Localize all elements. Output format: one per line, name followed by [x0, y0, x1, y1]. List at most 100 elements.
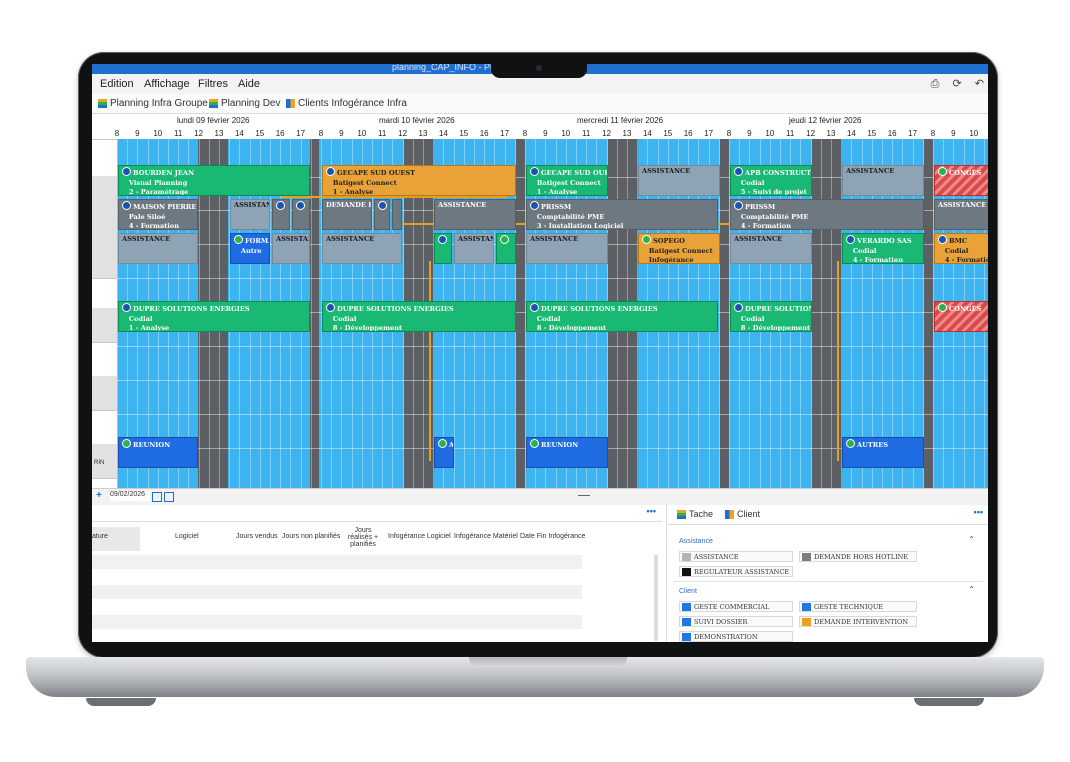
- screen: planning_CAP_INFO - Plan Edition Afficha…: [92, 64, 988, 642]
- color-swatch: [682, 633, 691, 641]
- refresh-icon[interactable]: ⟳: [953, 78, 962, 90]
- table-row[interactable]: [92, 615, 582, 629]
- event-block[interactable]: GECAPE SUD OUEST Batigest Connect 1 - An…: [322, 165, 516, 196]
- event-block[interactable]: PRISSM Comptabilité PME 3 - Installation…: [526, 199, 718, 230]
- event-block[interactable]: ASSISTANCE: [434, 199, 516, 230]
- color-swatch: [682, 568, 691, 576]
- planning-grid[interactable]: BOURDEN JEAN Visual Planning 2 - Paramét…: [117, 139, 988, 488]
- tab-clients-infogerance-infra[interactable]: Clients Infogérance Infra: [286, 98, 407, 109]
- lane-divider: [117, 278, 988, 279]
- legend-item[interactable]: GESTE COMMERCIAL: [679, 601, 793, 612]
- undo-icon[interactable]: ↶: [975, 78, 984, 90]
- event-block[interactable]: ASSISTAN: [272, 233, 310, 264]
- event-block[interactable]: FORMA Autre: [230, 233, 270, 264]
- client-icon: [530, 439, 539, 448]
- hour-label: 9: [747, 129, 752, 138]
- event-block[interactable]: [292, 199, 310, 230]
- event-block[interactable]: [392, 199, 402, 230]
- event-block[interactable]: ASSISTANCE: [526, 233, 608, 264]
- hour-label: 16: [683, 129, 693, 138]
- legend-item[interactable]: REGULATEUR ASSISTANCE: [679, 566, 793, 577]
- event-block[interactable]: REUNION: [526, 437, 608, 468]
- column-header[interactable]: Infogérance Matériel: [454, 533, 518, 540]
- event-block[interactable]: DUPRE SOLUTIONS ENERGIES Codial 1 - Anal…: [118, 301, 310, 332]
- legend-item[interactable]: GESTE TECHNIQUE: [799, 601, 917, 612]
- window-title: planning_CAP_INFO - Plan: [392, 64, 503, 72]
- splitter-handle[interactable]: [578, 495, 590, 496]
- event-block[interactable]: A: [434, 437, 454, 468]
- event-block[interactable]: APB CONSTRUCTION Codial 5 - Suivi de pro…: [730, 165, 812, 196]
- event-block[interactable]: VERARDO SAS Codial 4 - Formation: [842, 233, 924, 264]
- today-icon[interactable]: [164, 492, 174, 502]
- event-line: Autre: [240, 246, 262, 255]
- column-header[interactable]: Logiciel: [175, 533, 199, 540]
- event-block[interactable]: BOURDEN JEAN Visual Planning 2 - Paramét…: [118, 165, 310, 196]
- event-block[interactable]: [374, 199, 390, 230]
- chevron-up-icon[interactable]: ⌃: [968, 585, 975, 594]
- legend-item[interactable]: SUIVI DOSSIER: [679, 616, 793, 627]
- event-block[interactable]: CONGÉS: [934, 301, 988, 332]
- tab-client[interactable]: Client: [725, 509, 760, 519]
- event-block[interactable]: [272, 199, 290, 230]
- legend-item[interactable]: DEMONSTRATION: [679, 631, 793, 642]
- chevron-up-icon[interactable]: ⌃: [968, 535, 975, 544]
- tab-planning-dev[interactable]: Planning Dev: [209, 98, 280, 109]
- client-table-panel: ••• ature Logiciel Jours vendus Jours no…: [92, 505, 662, 642]
- more-icon[interactable]: •••: [974, 507, 983, 517]
- event-block[interactable]: CONGÉS: [934, 165, 988, 196]
- event-block[interactable]: [434, 233, 452, 264]
- column-header[interactable]: ature: [92, 533, 108, 540]
- column-header[interactable]: Jours vendus: [236, 533, 278, 540]
- legend-label: GESTE COMMERCIAL: [694, 602, 770, 611]
- event-block[interactable]: ASSISTANCE: [322, 233, 402, 264]
- event-block[interactable]: BMC Codial 4 - Formation: [934, 233, 988, 264]
- scrollbar[interactable]: [654, 555, 658, 641]
- client-icon: [122, 201, 131, 210]
- event-block[interactable]: REUNION: [118, 437, 198, 468]
- client-icon: [122, 167, 131, 176]
- event-line: Visual Planning: [128, 178, 188, 187]
- event-block[interactable]: ASSISTANCE: [934, 199, 988, 230]
- menu-edition[interactable]: Edition: [100, 78, 134, 90]
- more-icon[interactable]: •••: [647, 506, 656, 516]
- menu-aide[interactable]: Aide: [238, 78, 260, 90]
- hour-label: 17: [704, 129, 714, 138]
- event-block[interactable]: ASSISTANCE: [730, 233, 812, 264]
- event-block[interactable]: ASSISTANCE: [638, 165, 720, 196]
- column-header[interactable]: Jours non planifiés: [282, 533, 340, 540]
- tab-planning-infra-groupe[interactable]: Planning Infra Groupe: [98, 98, 208, 109]
- column-header[interactable]: Infogérance Logiciel: [388, 533, 451, 540]
- legend-item[interactable]: DEMANDE INTERVENTION: [799, 616, 917, 627]
- event-block[interactable]: SOPEGO Batigest Connect Infogérance: [638, 233, 720, 264]
- event-block[interactable]: ASSISTANCE: [842, 165, 924, 196]
- calendar-icon[interactable]: [152, 492, 162, 502]
- event-block[interactable]: DEMANDE HO: [322, 199, 372, 230]
- event-block[interactable]: ASSISTANI: [454, 233, 494, 264]
- legend-item[interactable]: DEMANDE HORS HOTLINE: [799, 551, 917, 562]
- event-block[interactable]: DUPRE SOLUTIONS ENERGIES Codial 8 - Déve…: [526, 301, 718, 332]
- add-icon[interactable]: +: [96, 490, 102, 501]
- event-block[interactable]: GECAPE SUD OUEST Batigest Connect 1 - An…: [526, 165, 608, 196]
- table-row[interactable]: [92, 555, 582, 569]
- menu-affichage[interactable]: Affichage: [144, 78, 190, 90]
- legend-item[interactable]: ASSISTANCE: [679, 551, 793, 562]
- event-title: ASSISTANCE: [438, 201, 487, 209]
- event-block[interactable]: DUPRE SOLUTIONS ENERGIES Codial 8 - Déve…: [322, 301, 516, 332]
- event-block[interactable]: AUTRES: [842, 437, 924, 468]
- print-icon[interactable]: ⎙: [931, 78, 940, 90]
- legend-label: DEMANDE INTERVENTION: [814, 617, 909, 626]
- hour-label: 12: [398, 129, 408, 138]
- event-block[interactable]: [496, 233, 516, 264]
- column-header[interactable]: Jours réalisés + planifiés: [343, 527, 383, 548]
- event-line: Codial: [740, 314, 765, 323]
- event-block[interactable]: MAISON PIERRE O Pale Siloé 4 - Formation: [118, 199, 198, 230]
- event-block[interactable]: PRISSM Comptabilité PME 4 - Formation: [730, 199, 924, 230]
- column-header[interactable]: Date Fin Infogérance: [520, 533, 585, 540]
- tab-tache[interactable]: Tache: [677, 509, 713, 519]
- menu-filtres[interactable]: Filtres: [198, 78, 228, 90]
- event-block[interactable]: DUPRE SOLUTIONS Codial 8 - Développement: [730, 301, 812, 332]
- table-row[interactable]: [92, 585, 582, 599]
- event-block[interactable]: ASSISTANCE: [230, 199, 270, 230]
- event-block[interactable]: ASSISTANCE: [118, 233, 198, 264]
- date-field[interactable]: 09/02/2026: [110, 491, 150, 501]
